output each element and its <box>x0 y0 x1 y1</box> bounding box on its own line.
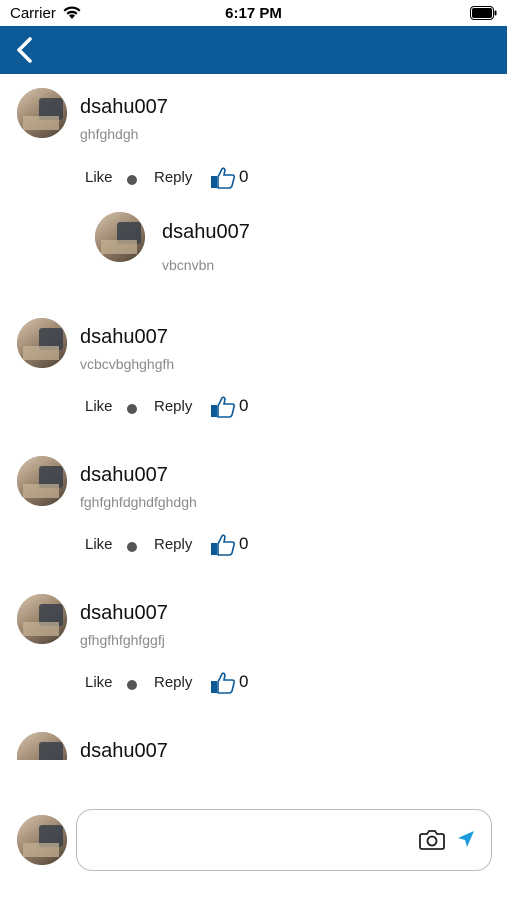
thumbs-up-icon[interactable] <box>210 534 236 556</box>
comment-username: dsahu007 <box>80 464 168 486</box>
comment-username: dsahu007 <box>80 96 168 118</box>
thumbs-up-icon[interactable] <box>210 167 236 189</box>
like-button[interactable]: Like <box>85 169 113 186</box>
send-icon[interactable] <box>457 830 475 848</box>
thumbs-up-icon[interactable] <box>210 396 236 418</box>
like-count: 0 <box>239 534 249 553</box>
avatar <box>95 212 145 262</box>
separator-dot <box>127 680 137 690</box>
avatar <box>17 88 67 138</box>
comments-list[interactable]: dsahu007 ghfghdgh Like Reply 0 dsahu007 … <box>0 74 507 760</box>
battery-icon <box>470 6 497 20</box>
comment-text: fghfghfdghdfghdgh <box>80 494 197 510</box>
separator-dot <box>127 542 137 552</box>
reply-button[interactable]: Reply <box>154 674 192 691</box>
reply-button[interactable]: Reply <box>154 536 192 553</box>
comment-text: ghfghdgh <box>80 126 139 142</box>
reply-text: vbcnvbn <box>162 257 215 273</box>
reply-button[interactable]: Reply <box>154 398 192 415</box>
avatar <box>17 732 67 760</box>
avatar <box>17 594 67 644</box>
comment-text: gfhgfhfghfggfj <box>80 632 165 648</box>
avatar <box>17 456 67 506</box>
like-button[interactable]: Like <box>85 674 113 691</box>
comment-composer <box>0 760 507 900</box>
comment-username: dsahu007 <box>80 326 168 348</box>
chevron-left-icon[interactable] <box>10 36 40 64</box>
camera-icon[interactable] <box>419 828 445 850</box>
like-button[interactable]: Like <box>85 398 113 415</box>
reply-username: dsahu007 <box>162 221 250 243</box>
comment-input-box[interactable] <box>76 809 492 871</box>
like-count: 0 <box>239 396 249 415</box>
like-count: 0 <box>239 672 249 691</box>
separator-dot <box>127 175 137 185</box>
comment-username: dsahu007 <box>80 602 168 624</box>
nav-bar <box>0 26 507 74</box>
clock-time: 6:17 PM <box>225 5 282 22</box>
like-button[interactable]: Like <box>85 536 113 553</box>
avatar <box>17 815 67 865</box>
comment-input[interactable] <box>91 824 415 856</box>
reply-button[interactable]: Reply <box>154 169 192 186</box>
separator-dot <box>127 404 137 414</box>
avatar <box>17 318 67 368</box>
like-count: 0 <box>239 167 249 186</box>
status-bar: Carrier 6:17 PM <box>0 0 507 26</box>
comment-text: vcbcvbghghgfh <box>80 356 175 372</box>
comment-username: dsahu007 <box>80 740 168 760</box>
thumbs-up-icon[interactable] <box>210 672 236 694</box>
